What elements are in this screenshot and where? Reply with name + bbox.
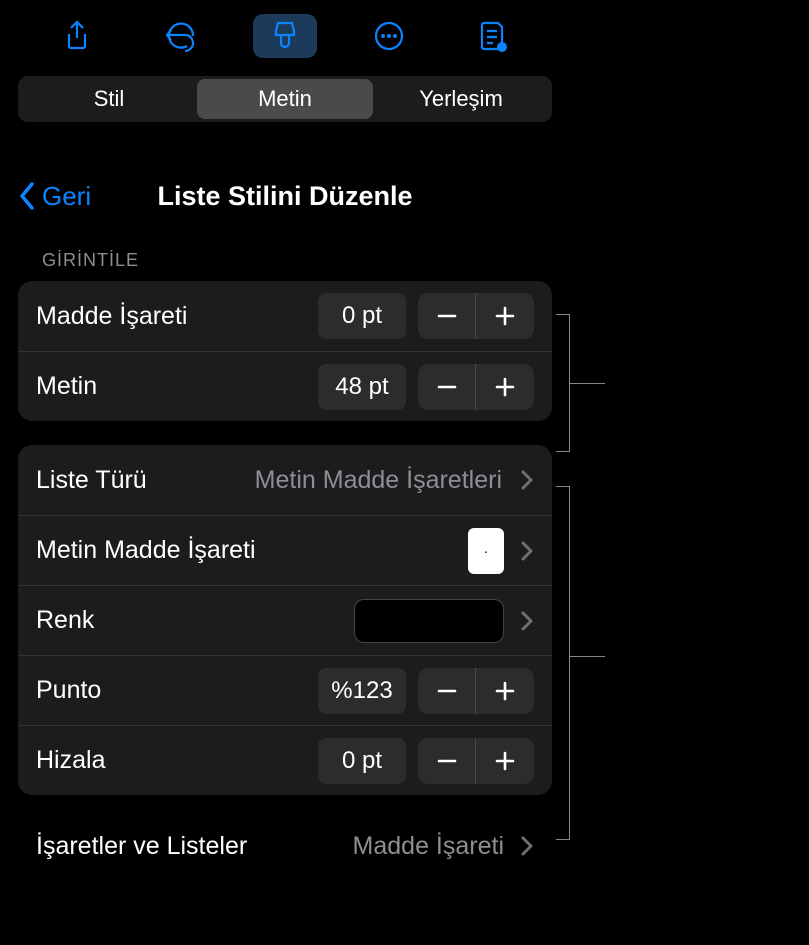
indent-text-value[interactable]: 48 pt [318,364,406,410]
list-style-group: Liste Türü Metin Madde İşaretleri Metin … [18,445,552,795]
tab-text[interactable]: Metin [197,79,373,119]
indent-text-increment[interactable] [476,364,534,410]
list-type-row[interactable]: Liste Türü Metin Madde İşaretleri [18,445,552,515]
align-label: Hizala [36,746,318,775]
color-row[interactable]: Renk [18,585,552,655]
indent-group: Madde İşareti 0 pt Metin 48 pt [18,281,552,421]
bullets-lists-value: Madde İşareti [353,832,504,861]
tab-style[interactable]: Stil [21,79,197,119]
indent-text-stepper [418,364,534,410]
indent-bullet-row: Madde İşareti 0 pt [18,281,552,351]
chevron-right-icon [520,469,534,491]
size-value[interactable]: %123 [318,668,406,714]
list-type-label: Liste Türü [36,466,255,495]
size-row: Punto %123 [18,655,552,725]
align-stepper [418,738,534,784]
brush-icon[interactable] [253,14,317,58]
indent-bullet-stepper [418,293,534,339]
indent-text-row: Metin 48 pt [18,351,552,421]
toolbar [0,0,570,76]
align-decrement[interactable] [418,738,476,784]
indent-bullet-decrement[interactable] [418,293,476,339]
undo-icon[interactable] [149,14,213,58]
nav-header: Geri Liste Stilini Düzenle [18,172,552,220]
more-icon[interactable] [357,14,421,58]
align-value[interactable]: 0 pt [318,738,406,784]
back-button[interactable]: Geri [18,181,91,212]
chevron-right-icon [520,540,534,562]
bullets-lists-row[interactable]: İşaretler ve Listeler Madde İşareti [18,819,552,873]
share-icon[interactable] [45,14,109,58]
callout-bracket [556,486,570,840]
list-type-value: Metin Madde İşaretleri [255,466,502,495]
color-swatch [354,599,504,643]
color-label: Renk [36,606,354,635]
size-label: Punto [36,676,318,705]
indent-bullet-label: Madde İşareti [36,302,318,331]
document-icon[interactable] [461,14,525,58]
indent-header: GİRİNTİLE [42,250,552,271]
back-label: Geri [42,181,91,212]
size-decrement[interactable] [418,668,476,714]
format-tabs: Stil Metin Yerleşim [18,76,552,122]
align-increment[interactable] [476,738,534,784]
text-bullet-label: Metin Madde İşareti [36,536,468,565]
chevron-right-icon [520,610,534,632]
indent-bullet-increment[interactable] [476,293,534,339]
callout-bracket [556,314,570,452]
indent-bullet-value[interactable]: 0 pt [318,293,406,339]
indent-text-decrement[interactable] [418,364,476,410]
page-title: Liste Stilini Düzenle [18,181,552,212]
size-increment[interactable] [476,668,534,714]
tab-layout[interactable]: Yerleşim [373,79,549,119]
bullets-lists-label: İşaretler ve Listeler [36,832,353,861]
size-stepper [418,668,534,714]
text-bullet-row[interactable]: Metin Madde İşareti · [18,515,552,585]
indent-text-label: Metin [36,372,318,401]
chevron-right-icon [520,835,534,857]
align-row: Hizala 0 pt [18,725,552,795]
bullet-preview: · [468,528,504,574]
